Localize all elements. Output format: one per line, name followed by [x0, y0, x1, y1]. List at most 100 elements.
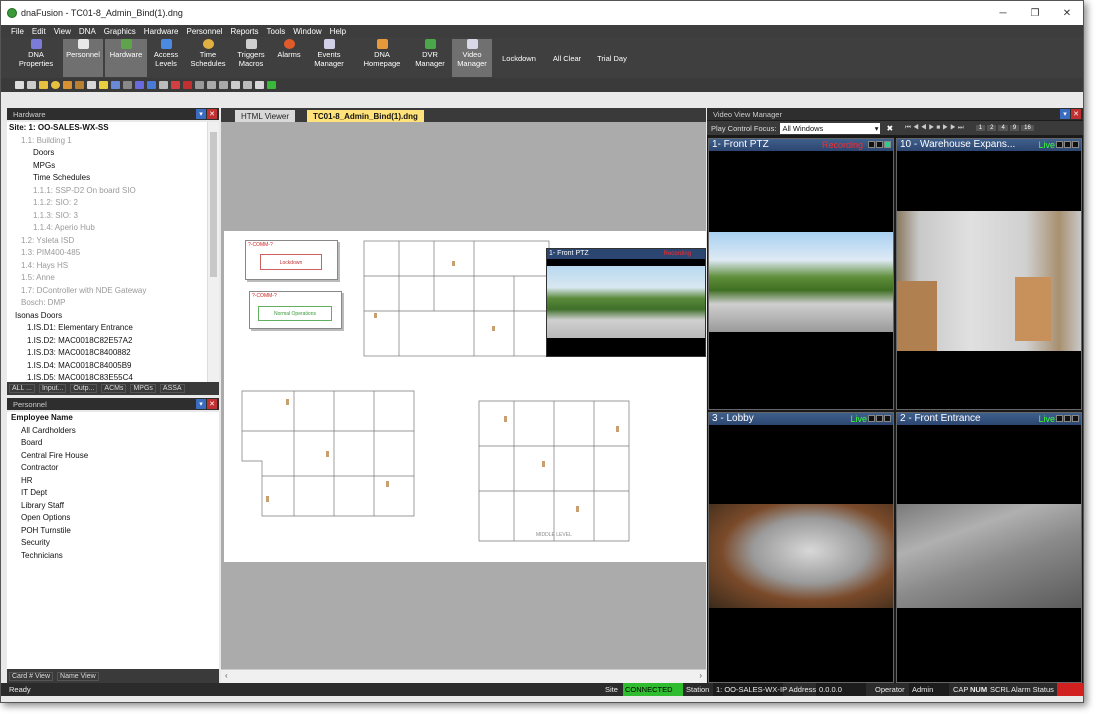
- tab-all[interactable]: ALL ...: [9, 384, 35, 393]
- delete-icon[interactable]: [171, 81, 180, 89]
- tree-item[interactable]: Bosch: DMP: [7, 297, 207, 310]
- menu-dna[interactable]: DNA: [79, 27, 96, 36]
- play-focus-select[interactable]: All Windows ▾: [780, 122, 881, 134]
- tree-item[interactable]: 1.4: Hays HS: [7, 260, 207, 273]
- video-cell-front-ptz[interactable]: 1- Front PTZ Recording: [708, 138, 894, 410]
- menu-reports[interactable]: Reports: [231, 27, 259, 36]
- tree-item[interactable]: Security: [7, 537, 219, 550]
- run-icon[interactable]: [267, 81, 276, 89]
- playback-controls[interactable]: ⏮◀◀▶■▶▶⏭: [905, 124, 966, 132]
- close-panel-icon[interactable]: ✕: [207, 399, 217, 409]
- tab-map-document[interactable]: TC01-8_Admin_Bind(1).dng: [307, 110, 424, 122]
- tab-outputs[interactable]: Outp...: [70, 384, 98, 393]
- tree-item[interactable]: 1.1.3: SIO: 3: [7, 210, 207, 223]
- menu-hardware[interactable]: Hardware: [144, 27, 179, 36]
- tree-item[interactable]: Doors: [7, 147, 207, 160]
- pin-icon[interactable]: [183, 81, 192, 89]
- clear-icon[interactable]: ✖: [886, 124, 893, 133]
- tree-item[interactable]: Contractor: [7, 462, 219, 475]
- ellipse-icon[interactable]: [51, 81, 60, 89]
- text-icon[interactable]: [99, 81, 108, 89]
- zoom-icon[interactable]: [243, 81, 252, 89]
- menu-edit[interactable]: Edit: [32, 27, 46, 36]
- dna-homepage-button[interactable]: DNA Homepage: [360, 39, 404, 77]
- tab-html-viewer[interactable]: HTML Viewer: [235, 110, 296, 122]
- shape-icon[interactable]: [63, 81, 72, 89]
- pin-panel-icon[interactable]: ▾: [196, 109, 206, 119]
- tree-item[interactable]: Board: [7, 437, 219, 450]
- tree-item[interactable]: POH Turnstile: [7, 525, 219, 538]
- polygon-icon[interactable]: [75, 81, 84, 89]
- print-icon[interactable]: [231, 81, 240, 89]
- alarms-button[interactable]: Alarms: [273, 39, 305, 77]
- pointer-icon[interactable]: [15, 81, 24, 89]
- tree-item[interactable]: Central Fire House: [7, 450, 219, 463]
- hardware-button[interactable]: Hardware: [105, 39, 147, 77]
- minimize-button[interactable]: ─: [987, 1, 1019, 25]
- map-video-popup[interactable]: 1- Front PTZ Recording: [546, 248, 706, 357]
- trial-day-button[interactable]: Trial Day: [591, 39, 633, 77]
- tree-item[interactable]: 1.IS.D2: MAC0018C82E57A2: [7, 335, 207, 348]
- pin-panel-icon[interactable]: ▾: [1060, 109, 1070, 119]
- tree-item[interactable]: 1.1.4: Aperio Hub: [7, 222, 207, 235]
- group-icon[interactable]: [219, 81, 228, 89]
- scroll-left-icon[interactable]: ‹: [225, 671, 228, 680]
- menu-graphics[interactable]: Graphics: [104, 27, 136, 36]
- menu-help[interactable]: Help: [330, 27, 346, 36]
- close-panel-icon[interactable]: ✕: [207, 109, 217, 119]
- grid-icon[interactable]: [123, 81, 132, 89]
- tree-item[interactable]: Open Options: [7, 512, 219, 525]
- tree-item[interactable]: 1.5: Anne: [7, 272, 207, 285]
- time-schedules-button[interactable]: Time Schedules: [187, 39, 229, 77]
- tree-item[interactable]: 1.IS.D1: Elementary Entrance: [7, 322, 207, 335]
- tab-card-view[interactable]: Card # View: [9, 671, 54, 681]
- layout-16-button[interactable]: 16: [1021, 125, 1034, 131]
- menu-view[interactable]: View: [54, 27, 71, 36]
- tree-item[interactable]: Technicians: [7, 550, 219, 563]
- tree-item[interactable]: 1.2: Ysleta ISD: [7, 235, 207, 248]
- save-icon[interactable]: [147, 81, 156, 89]
- access-levels-button[interactable]: Access Levels: [149, 39, 183, 77]
- hardware-scrollbar[interactable]: [207, 122, 219, 382]
- tree-item[interactable]: 1.7: DController with NDE Gateway: [7, 285, 207, 298]
- image-icon[interactable]: [111, 81, 120, 89]
- tree-item[interactable]: Isonas Doors: [7, 310, 207, 323]
- map-horizontal-scrollbar[interactable]: ‹ ›: [221, 669, 706, 683]
- events-manager-button[interactable]: Events Manager: [309, 39, 349, 77]
- layout-4-button[interactable]: 4: [998, 125, 1008, 131]
- tree-item[interactable]: Time Schedules: [7, 172, 207, 185]
- tree-item[interactable]: 1.1: Building 1: [7, 135, 207, 148]
- dna-properties-button[interactable]: DNA Properties: [11, 39, 61, 77]
- pin-panel-icon[interactable]: ▾: [196, 399, 206, 409]
- menu-tools[interactable]: Tools: [267, 27, 286, 36]
- menu-file[interactable]: File: [11, 27, 24, 36]
- tree-item[interactable]: Library Staff: [7, 500, 219, 513]
- tree-item[interactable]: All Cardholders: [7, 425, 219, 438]
- tab-acms[interactable]: ACMs: [101, 384, 127, 393]
- tree-item[interactable]: HR: [7, 475, 219, 488]
- layout-9-button[interactable]: 9: [1009, 125, 1020, 131]
- map-canvas[interactable]: ?-COMM-? Lockdown ?-COMM-? Normal Operat…: [221, 122, 706, 669]
- tab-mpgs[interactable]: MPGs: [130, 384, 156, 393]
- tree-item[interactable]: 1.IS.D3: MAC0018C8400882: [7, 347, 207, 360]
- tree-item[interactable]: 1.IS.D5: MAC0018C83E55C4: [7, 372, 207, 382]
- tree-item[interactable]: 1.1.1: SSP-D2 On board SIO: [7, 185, 207, 198]
- tree-item[interactable]: MPGs: [7, 160, 207, 173]
- tree-item[interactable]: Employee Name: [7, 412, 219, 425]
- lockdown-button[interactable]: Lockdown: [495, 39, 543, 77]
- tree-item[interactable]: 1.1.2: SIO: 2: [7, 197, 207, 210]
- tree-item[interactable]: 1.IS.D4: MAC0018C84005B9: [7, 360, 207, 373]
- scroll-thumb[interactable]: [210, 132, 217, 277]
- personnel-button[interactable]: Personnel: [63, 39, 103, 77]
- close-panel-icon[interactable]: ✕: [1071, 109, 1081, 119]
- distribute-icon[interactable]: [207, 81, 216, 89]
- restore-button[interactable]: ❐: [1019, 1, 1051, 25]
- tree-item[interactable]: Site: 1: OO-SALES-WX-SS: [7, 122, 207, 135]
- video-cell-warehouse[interactable]: 10 - Warehouse Expans... Live: [896, 138, 1082, 410]
- video-manager-button[interactable]: Video Manager: [452, 39, 492, 77]
- menu-window[interactable]: Window: [293, 27, 321, 36]
- all-clear-button[interactable]: All Clear: [546, 39, 588, 77]
- video-cell-lobby[interactable]: 3 - Lobby Live: [708, 412, 894, 683]
- tab-name-view[interactable]: Name View: [57, 671, 99, 681]
- undo-icon[interactable]: [159, 81, 168, 89]
